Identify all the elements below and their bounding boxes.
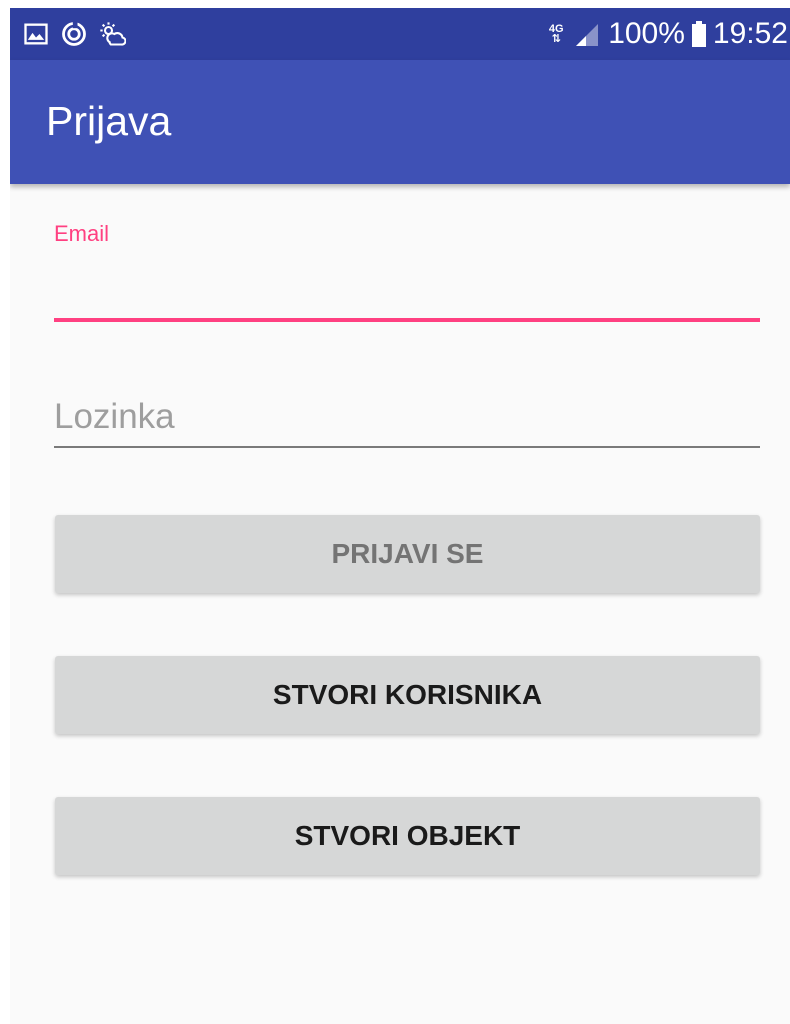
data-arrows-icon: ⇅ (551, 33, 561, 45)
status-bar: 4G ⇅ 100% 19:52 (10, 8, 790, 60)
screen: 4G ⇅ 100% 19:52 Prijava Email PRIJAVI SE… (10, 8, 790, 1024)
email-label: Email (54, 221, 110, 246)
status-bar-notifications (22, 18, 126, 50)
email-field[interactable] (54, 262, 760, 322)
clock: 19:52 (712, 17, 788, 50)
app-bar: Prijava (10, 60, 790, 184)
sun-cloud-icon (100, 22, 126, 46)
image-icon (24, 23, 48, 45)
sync-icon (62, 21, 86, 46)
page-title: Prijava (46, 98, 172, 144)
battery-percentage: 100% (608, 17, 685, 50)
network-type-indicator: 4G ⇅ (546, 24, 566, 45)
login-button[interactable]: PRIJAVI SE (55, 515, 760, 593)
password-field[interactable] (54, 388, 760, 448)
signal-icon (576, 24, 599, 46)
status-bar-system: 4G ⇅ 100% 19:52 (546, 14, 788, 54)
create-object-button[interactable]: STVORI OBJEKT (55, 797, 760, 875)
battery-icon (691, 21, 706, 47)
create-user-button[interactable]: STVORI KORISNIKA (55, 656, 760, 734)
